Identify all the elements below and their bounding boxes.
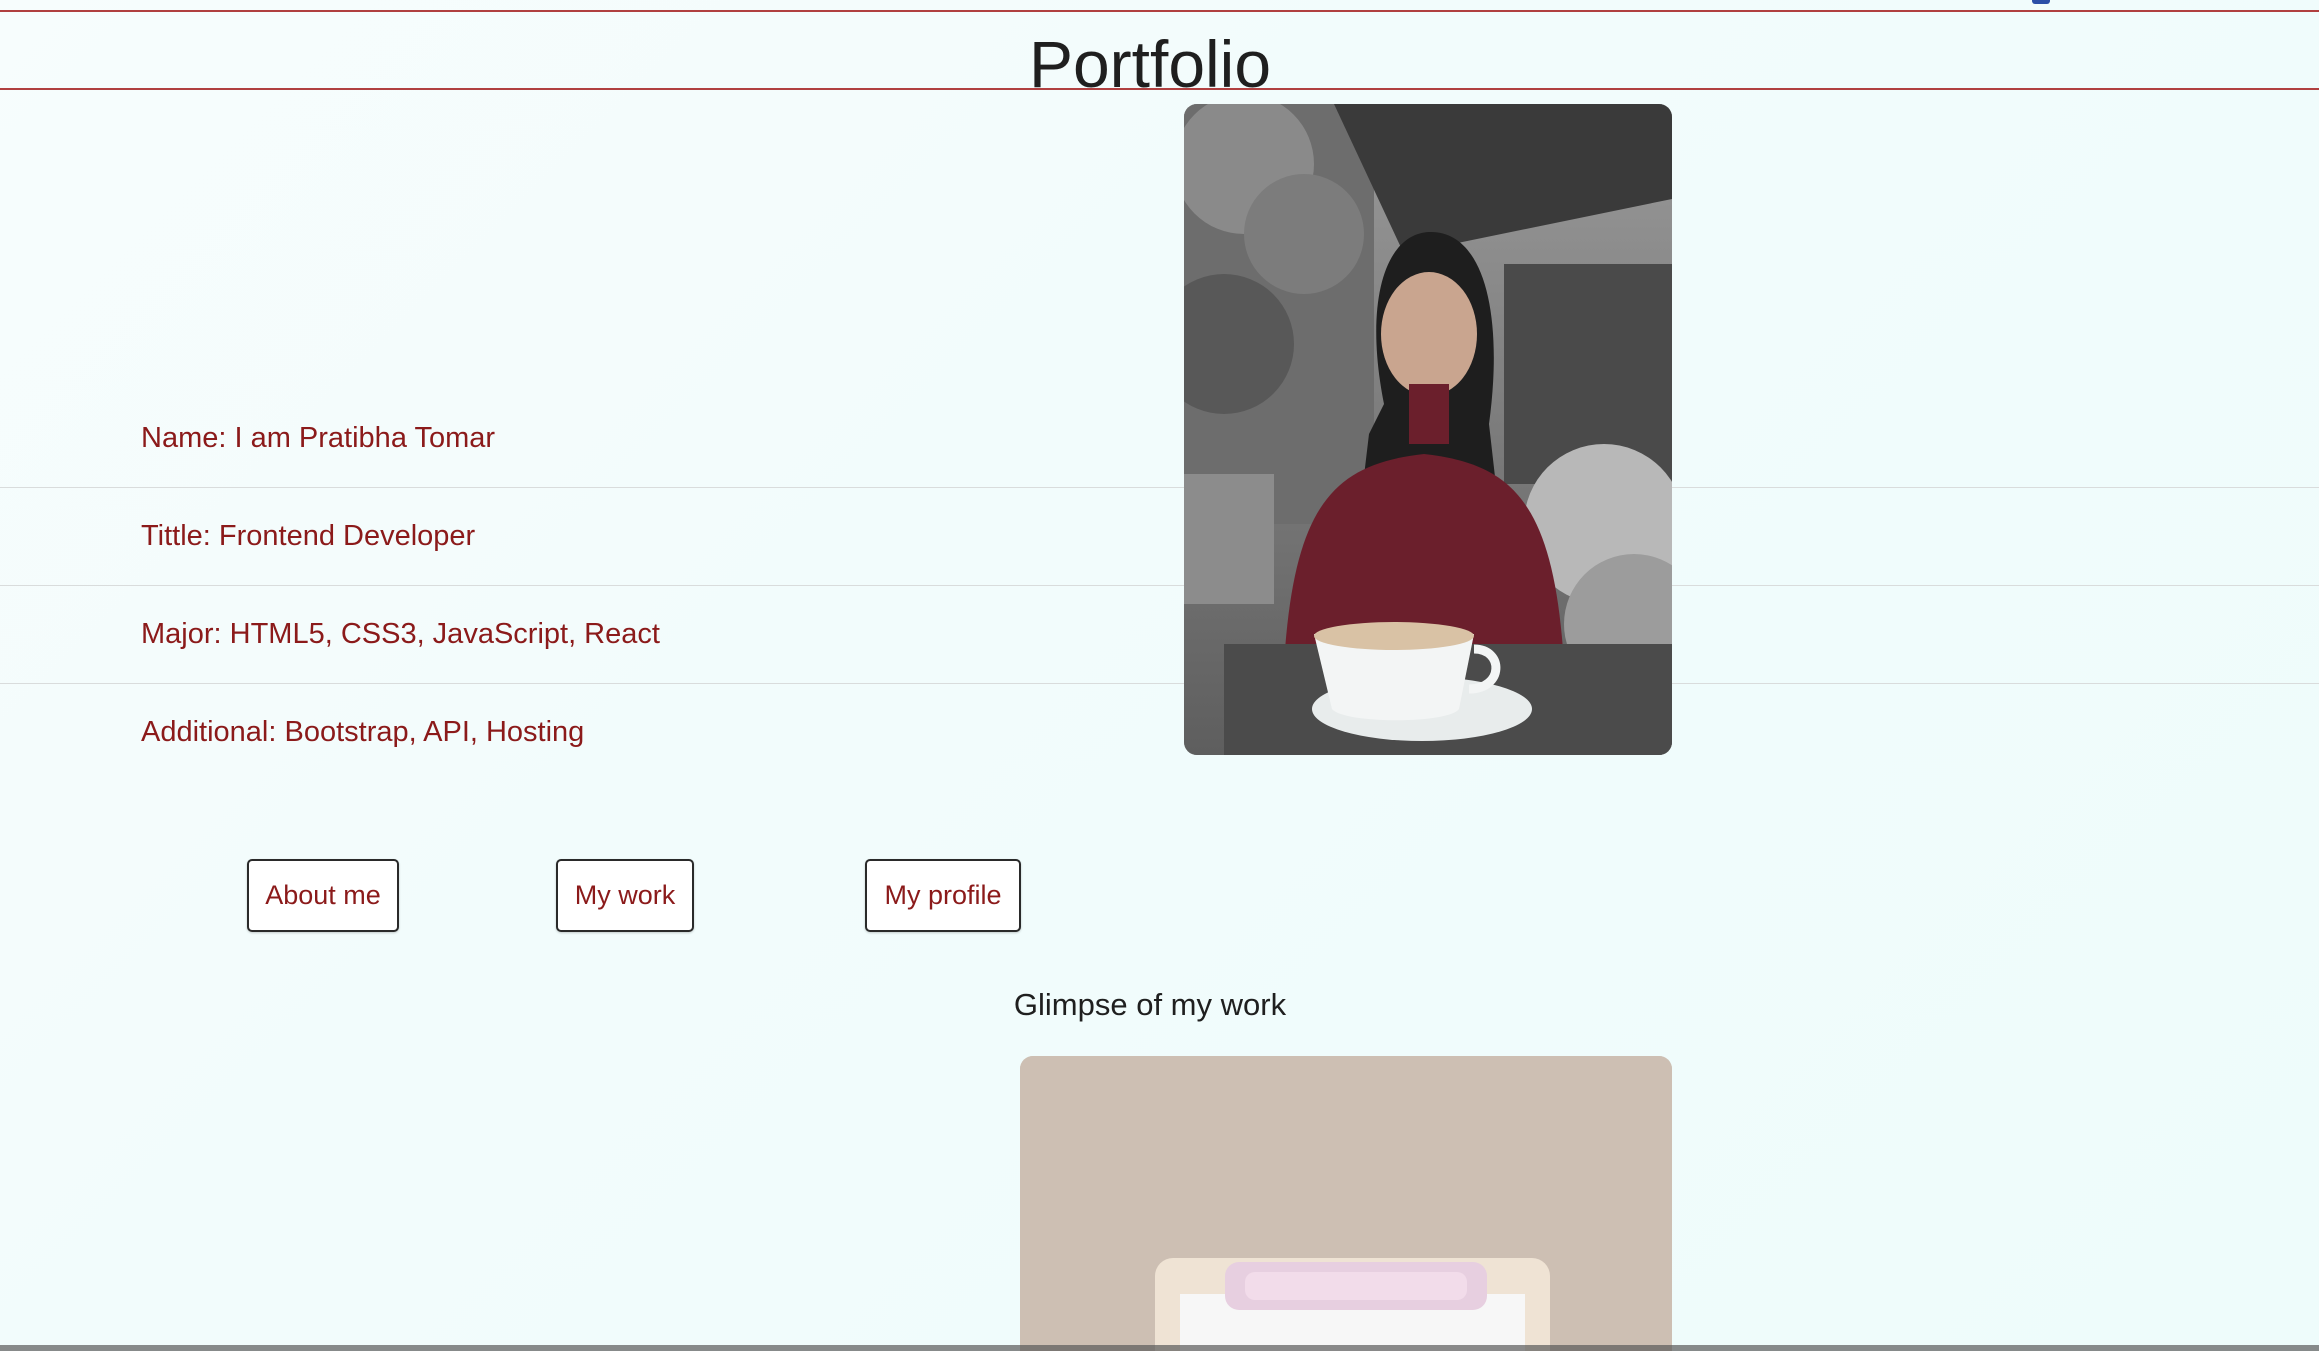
info-row-additional: Additional: Bootstrap, API, Hosting: [0, 684, 2319, 781]
info-row-title: Tittle: Frontend Developer: [0, 488, 2319, 585]
profile-photo-graphic: [1184, 104, 1672, 755]
info-title: Tittle: Frontend Developer: [141, 520, 476, 552]
work-preview-graphic: [1020, 1056, 1672, 1351]
work-preview-image: [1020, 1056, 1672, 1351]
about-me-button[interactable]: About me: [247, 859, 399, 932]
work-section-heading: Glimpse of my work: [1013, 987, 1287, 1022]
page-title: Portfolio: [1028, 27, 1272, 101]
bottom-edge: [0, 1345, 2319, 1351]
info-major: Major: HTML5, CSS3, JavaScript, React: [141, 618, 660, 650]
info-additional: Additional: Bootstrap, API, Hosting: [141, 716, 585, 748]
my-profile-button[interactable]: My profile: [865, 859, 1021, 932]
profile-photo: [1184, 104, 1672, 755]
info-row-major: Major: HTML5, CSS3, JavaScript, React: [0, 586, 2319, 683]
info-name: Name: I am Pratibha Tomar: [141, 422, 496, 454]
header: Portfolio: [0, 12, 2319, 101]
top-indicator: [2032, 0, 2050, 4]
info-row-name: Name: I am Pratibha Tomar: [0, 390, 2319, 487]
my-work-button[interactable]: My work: [556, 859, 694, 932]
